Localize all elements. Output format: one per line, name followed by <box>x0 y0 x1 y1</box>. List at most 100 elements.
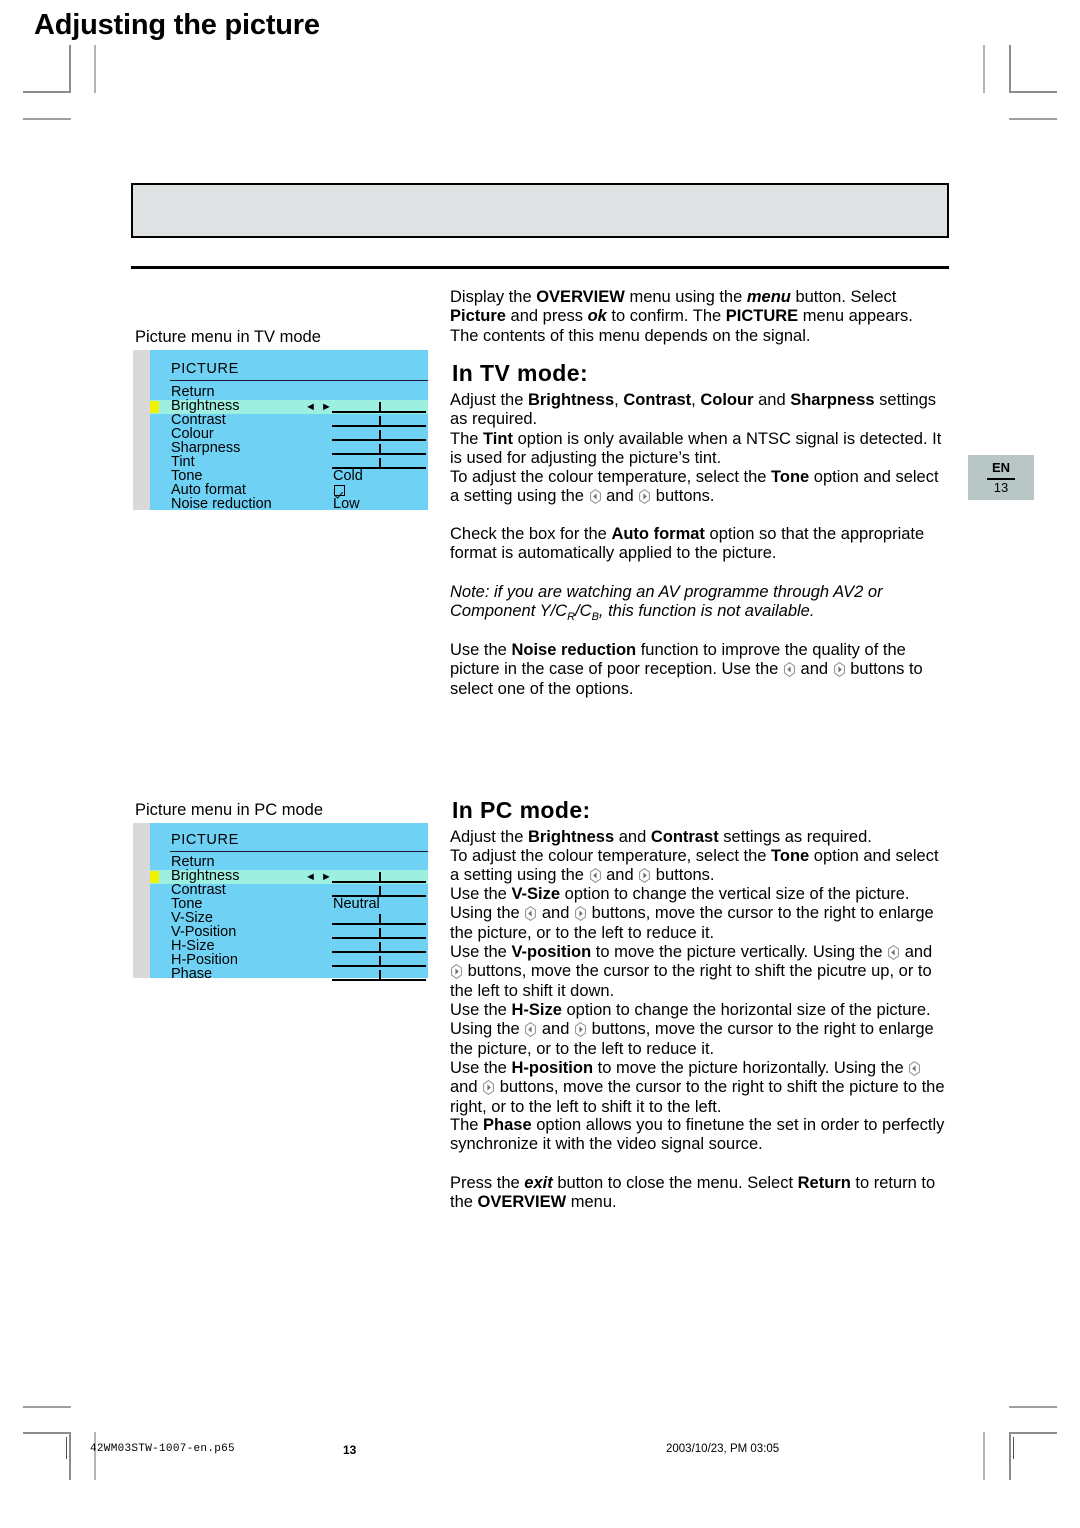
right-arrow-button-icon <box>575 906 586 922</box>
osd-left-gutter <box>133 350 150 510</box>
footer-filename: 42WM03STW-1007-en.p65 <box>90 1443 235 1455</box>
tv-menu-caption: Picture menu in TV mode <box>135 328 321 346</box>
osd-adjust-arrows-icon[interactable]: ◄ ► <box>305 870 333 885</box>
osd-title: PICTURE <box>171 832 239 848</box>
language-code: EN <box>991 460 1011 475</box>
pc-paragraph-1: Adjust the Brightness and Contrast setti… <box>450 828 872 846</box>
crop-mark-bottom-right-bleed-vertical <box>983 1432 985 1480</box>
auto-format-checkbox[interactable] <box>334 485 345 496</box>
slider-thumb[interactable] <box>379 956 381 966</box>
footer-page-number: 13 <box>343 1443 357 1457</box>
osd-selection-cursor <box>150 401 159 413</box>
tv-paragraph-1: Adjust the Brightness, Contrast, Colour … <box>450 391 937 429</box>
osd-title-underline <box>170 380 428 381</box>
osd-slider[interactable] <box>332 401 426 413</box>
osd-slider[interactable] <box>332 415 426 427</box>
left-arrow-button-icon <box>589 489 601 505</box>
osd-row-label: Noise reduction <box>171 496 272 512</box>
slider-thumb[interactable] <box>379 928 381 938</box>
pc-paragraph-4: Use the V-position to move the picture v… <box>450 943 933 1000</box>
right-arrow-button-icon <box>483 1080 495 1096</box>
pc-mode-heading: In PC mode: <box>452 797 591 823</box>
osd-row[interactable]: Phase <box>150 966 428 982</box>
slider-thumb[interactable] <box>379 416 381 426</box>
intro-paragraph: Display the OVERVIEW menu using the menu… <box>450 288 913 345</box>
tv-paragraph-3: To adjust the colour temperature, select… <box>450 468 939 506</box>
osd-row-label: Phase <box>171 966 213 982</box>
osd-slider[interactable] <box>332 871 426 883</box>
osd-slider[interactable] <box>332 443 426 455</box>
pc-paragraph-6: Use the H-position to move the picture h… <box>450 1059 945 1116</box>
pc-menu-caption: Picture menu in PC mode <box>135 801 324 819</box>
osd-slider[interactable] <box>332 955 426 967</box>
crop-mark-bottom-right-vertical <box>1009 1432 1011 1480</box>
crop-mark-top-left-horizontal <box>23 91 71 93</box>
left-arrow-button-icon <box>589 868 601 884</box>
pc-paragraph-2: To adjust the colour temperature, select… <box>450 847 939 885</box>
slider-thumb[interactable] <box>379 942 381 952</box>
header-divider <box>131 266 949 269</box>
left-arrow-button-icon <box>888 944 900 961</box>
osd-row-value[interactable]: Neutral <box>333 897 380 912</box>
crop-mark-bottom-left-bleed-vertical <box>94 1432 96 1480</box>
crop-mark-top-right-horizontal <box>1009 91 1057 93</box>
osd-slider[interactable] <box>332 913 426 925</box>
osd-left-gutter <box>133 823 150 978</box>
left-arrow-button-icon <box>525 1022 537 1038</box>
tv-picture-menu[interactable]: PICTURE Return Brightness ◄ ► Contrast C… <box>133 350 428 512</box>
left-arrow-button-icon <box>525 906 537 922</box>
osd-title-underline <box>170 851 428 852</box>
osd-adjust-arrows-icon[interactable]: ◄ ► <box>305 400 333 415</box>
crop-mark-top-left-bleed-horizontal <box>23 118 71 120</box>
tv-paragraph-4: Check the box for the Auto format option… <box>450 525 925 563</box>
osd-row-value[interactable]: Cold <box>333 469 363 484</box>
tv-paragraph-5: Use the Noise reduction function to impr… <box>450 641 923 698</box>
slider-thumb[interactable] <box>379 458 381 468</box>
crop-mark-top-left-vertical <box>69 45 71 93</box>
tab-page-number: 13 <box>993 480 1009 495</box>
osd-selection-cursor <box>150 871 159 883</box>
slider-thumb[interactable] <box>379 914 381 924</box>
right-arrow-button-icon <box>451 964 462 980</box>
osd-row-value[interactable]: Low <box>333 497 360 512</box>
tv-note: Note: if you are watching an AV programm… <box>450 583 883 624</box>
osd-slider[interactable] <box>332 941 426 953</box>
crop-mark-bottom-left-vertical <box>69 1432 71 1480</box>
crop-mark-bottom-right-horizontal <box>1009 1432 1057 1434</box>
slider-thumb[interactable] <box>379 872 381 882</box>
crop-mark-bottom-left-bleed-horizontal <box>23 1406 71 1408</box>
crop-mark-bottom-right-bleed-horizontal <box>1009 1406 1057 1408</box>
page-language-tab: EN 13 <box>968 455 1034 500</box>
osd-slider[interactable] <box>332 969 426 981</box>
page-title-banner <box>131 183 949 238</box>
crop-mark-top-left-bleed-vertical <box>94 45 96 93</box>
left-arrow-button-icon <box>909 1060 921 1077</box>
pc-paragraph-5: Use the H-Size option to change the hori… <box>450 1001 934 1058</box>
slider-thumb[interactable] <box>379 430 381 440</box>
left-arrow-button-icon <box>784 662 795 678</box>
footer-left-rule <box>66 1437 67 1459</box>
right-arrow-button-icon <box>575 1022 586 1038</box>
crop-mark-bottom-left-horizontal <box>23 1432 71 1434</box>
tv-paragraph-2: The Tint option is only available when a… <box>450 430 942 468</box>
osd-row[interactable]: Noise reduction Low <box>150 496 428 512</box>
right-arrow-button-icon <box>833 662 845 678</box>
crop-mark-top-right-bleed-vertical <box>983 45 985 93</box>
pc-paragraph-3: Use the V-Size option to change the vert… <box>450 885 934 942</box>
tv-mode-heading: In TV mode: <box>452 360 589 386</box>
slider-thumb[interactable] <box>379 970 381 980</box>
pc-paragraph-8: Press the exit button to close the menu.… <box>450 1174 936 1212</box>
osd-title: PICTURE <box>171 361 239 377</box>
crop-mark-top-right-vertical <box>1009 45 1011 93</box>
osd-slider[interactable] <box>332 429 426 441</box>
pc-picture-menu[interactable]: PICTURE Return Brightness ◄ ► Contrast T… <box>133 823 428 982</box>
page-title: Adjusting the picture <box>34 9 320 41</box>
footer-timestamp: 2003/10/23, PM 03:05 <box>666 1443 780 1455</box>
right-arrow-button-icon <box>639 489 651 505</box>
osd-slider[interactable] <box>332 927 426 939</box>
footer-right-rule <box>1013 1437 1014 1459</box>
slider-thumb[interactable] <box>379 886 381 896</box>
slider-thumb[interactable] <box>379 444 381 454</box>
right-arrow-button-icon <box>639 868 651 884</box>
slider-thumb[interactable] <box>379 402 381 412</box>
